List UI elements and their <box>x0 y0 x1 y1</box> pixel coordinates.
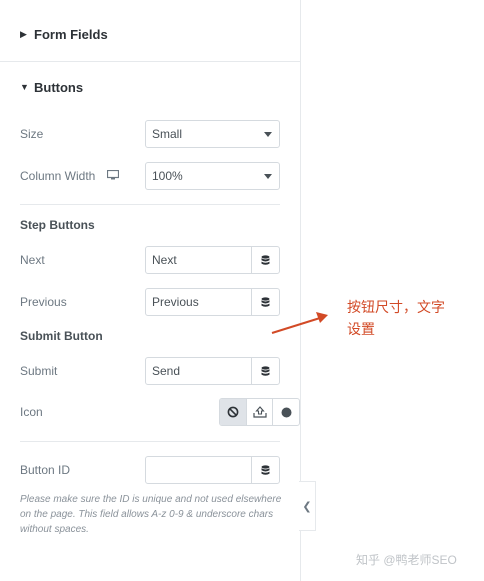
icon-row: Icon <box>20 398 300 426</box>
database-icon[interactable] <box>252 247 279 273</box>
annotation-arrow-icon <box>271 312 328 334</box>
circle-icon[interactable] <box>273 399 299 425</box>
database-icon[interactable] <box>252 457 279 483</box>
next-label: Next <box>20 253 45 267</box>
previous-input-value[interactable]: Previous <box>146 289 252 315</box>
caret-down-icon: ▼ <box>20 82 29 92</box>
icon-label: Icon <box>20 405 43 419</box>
next-row: Next Next <box>20 246 280 274</box>
button-id-row: Button ID <box>20 456 280 484</box>
submit-button-heading: Submit Button <box>20 329 103 343</box>
divider <box>20 204 280 205</box>
column-width-label: Column Width <box>20 169 96 183</box>
section-form-fields[interactable]: ▶ Form Fields <box>0 8 300 62</box>
button-id-input-value[interactable] <box>146 457 252 483</box>
step-buttons-heading: Step Buttons <box>20 218 95 232</box>
size-row: Size Small <box>20 120 280 148</box>
section-buttons[interactable]: ▼ Buttons <box>0 62 300 112</box>
previous-row: Previous Previous <box>20 288 280 316</box>
none-icon[interactable] <box>220 399 247 425</box>
next-input[interactable]: Next <box>145 246 280 274</box>
settings-panel: ▶ Form Fields ▼ Buttons Size Small Colum… <box>0 0 301 581</box>
submit-row: Submit Send <box>20 357 280 385</box>
size-label: Size <box>20 127 44 141</box>
annotation-line-1: 按钮尺寸，文字 <box>347 299 445 315</box>
database-icon[interactable] <box>252 358 279 384</box>
watermark: 知乎 @鸭老师SEO <box>356 553 457 567</box>
column-width-select[interactable]: 100% <box>145 162 280 190</box>
submit-input-value[interactable]: Send <box>146 358 252 384</box>
previous-label: Previous <box>20 295 67 309</box>
section-form-fields-title: Form Fields <box>34 27 108 42</box>
size-select-value: Small <box>152 127 183 141</box>
dropdown-arrow-icon <box>264 132 272 137</box>
divider <box>20 441 280 442</box>
dropdown-arrow-icon <box>264 174 272 179</box>
column-width-row: Column Width 100% <box>20 162 280 190</box>
caret-right-icon: ▶ <box>20 29 27 39</box>
chevron-left-icon[interactable]: ❮ <box>299 481 316 531</box>
icon-choices <box>219 398 300 426</box>
section-buttons-title: Buttons <box>34 79 84 95</box>
annotation-line-2: 设置 <box>347 321 375 337</box>
desktop-icon[interactable] <box>107 169 120 183</box>
annotation-note: 按钮尺寸，文字 设置 <box>347 296 477 340</box>
size-select[interactable]: Small <box>145 120 280 148</box>
submit-label: Submit <box>20 364 58 378</box>
button-id-input[interactable] <box>145 456 280 484</box>
column-width-select-value: 100% <box>152 169 183 183</box>
submit-input[interactable]: Send <box>145 357 280 385</box>
button-id-help-text: Please make sure the ID is unique and no… <box>20 494 282 535</box>
previous-input[interactable]: Previous <box>145 288 280 316</box>
next-input-value[interactable]: Next <box>146 247 252 273</box>
button-id-label: Button ID <box>20 463 71 477</box>
column-width-label-wrap: Column Width <box>20 169 145 183</box>
upload-icon[interactable] <box>247 399 274 425</box>
